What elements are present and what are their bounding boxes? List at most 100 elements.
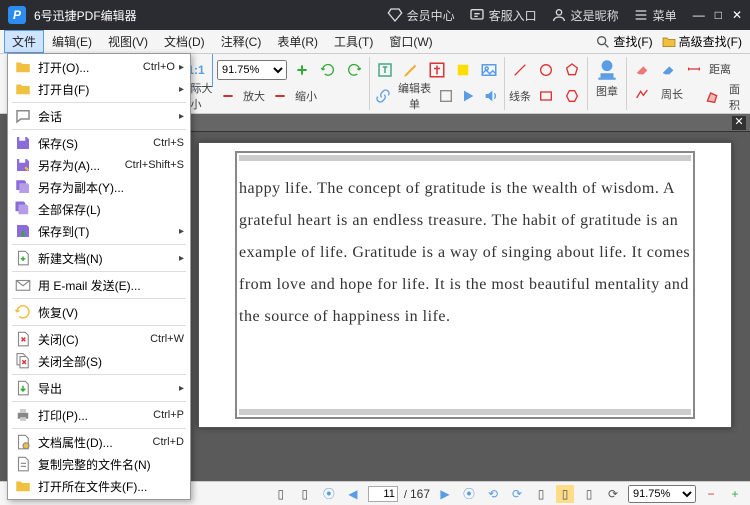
text-select-button[interactable] (374, 59, 396, 81)
menu-form[interactable]: 表单(R) (269, 30, 326, 53)
link-button[interactable] (374, 85, 392, 107)
menu-print[interactable]: 打印(P)...Ctrl+P (8, 404, 190, 426)
status-zoom-out-button[interactable]: − (702, 485, 720, 503)
status-zoom-select[interactable]: 91.75% (628, 485, 696, 503)
zoom-select[interactable]: 91.75% (217, 60, 287, 80)
cloud-button[interactable] (561, 85, 583, 107)
menu-copy-filename[interactable]: 复制完整的文件名(N) (8, 453, 190, 475)
last-page-button[interactable]: ⦿ (460, 485, 478, 503)
page-view[interactable]: happy life. The concept of gratitude is … (198, 142, 732, 428)
status-zoom-in-button[interactable]: + (726, 485, 744, 503)
play-button[interactable] (459, 85, 477, 107)
play-icon (460, 88, 476, 104)
close-doc-icon (14, 330, 32, 348)
fit-page-button[interactable]: ▯ (532, 485, 550, 503)
menu-bar: 文件 编辑(E) 视图(V) 文档(D) 注释(C) 表单(R) 工具(T) 窗… (0, 30, 750, 54)
menu-document[interactable]: 文档(D) (156, 30, 213, 53)
rotate-left-button[interactable] (317, 59, 339, 81)
menu-open-from[interactable]: 打开自(F)▸ (8, 78, 190, 100)
menu-open-folder[interactable]: 打开所在文件夹(F)... (8, 475, 190, 497)
menu-close-all[interactable]: 关闭全部(S) (8, 350, 190, 372)
save-as-icon (14, 156, 32, 174)
close-button[interactable]: ✕ (732, 8, 742, 22)
menu-annotate[interactable]: 注释(C) (213, 30, 270, 53)
document-text[interactable]: happy life. The concept of gratitude is … (239, 173, 691, 333)
nav-back-button[interactable]: ⟲ (484, 485, 502, 503)
nickname-link[interactable]: 这是昵称 (551, 7, 619, 24)
next-page-button[interactable]: ▶ (436, 485, 454, 503)
fit-width-button[interactable]: ▯ (556, 485, 574, 503)
path-icon (634, 86, 650, 102)
menu-tools[interactable]: 工具(T) (326, 30, 381, 53)
prev-page-button[interactable]: ◀ (344, 485, 362, 503)
menu-save-to[interactable]: 保存到(T)▸ (8, 220, 190, 242)
highlight-button[interactable] (426, 59, 448, 81)
first-page-button[interactable]: ⦿ (320, 485, 338, 503)
layout-cont-button[interactable]: ▯ (296, 485, 314, 503)
zoom-in-button[interactable] (291, 59, 313, 81)
distance-button[interactable] (683, 58, 705, 80)
fit-visible-button[interactable]: ▯ (580, 485, 598, 503)
layout-single-button[interactable]: ▯ (272, 485, 290, 503)
menu-save-as[interactable]: 另存为(A)...Ctrl+Shift+S (8, 154, 190, 176)
menu-session[interactable]: 会话▸ (8, 105, 190, 127)
circle-icon (538, 62, 554, 78)
toolbar-measure-section: 距离 周长 面积 (627, 57, 746, 110)
menu-save[interactable]: 保存(S)Ctrl+S (8, 132, 190, 154)
page-input[interactable] (368, 486, 398, 502)
menu-view[interactable]: 视图(V) (100, 30, 156, 53)
close-tab-button[interactable]: ✕ (732, 116, 746, 130)
menu-close[interactable]: 关闭(C)Ctrl+W (8, 328, 190, 350)
rect-button[interactable] (535, 85, 557, 107)
support-link[interactable]: 客服入口 (469, 7, 537, 24)
menu-new-doc[interactable]: 新建文档(N)▸ (8, 247, 190, 269)
menu-window[interactable]: 窗口(W) (381, 30, 440, 53)
hamburger-icon (633, 7, 649, 23)
line-button[interactable] (509, 59, 531, 81)
toolbar-zoom-section: 1:1 91.75% 实际大小 放大 缩小 (175, 57, 370, 110)
menu-edit[interactable]: 编辑(E) (44, 30, 100, 53)
pencil-button[interactable] (400, 59, 422, 81)
menu-restore[interactable]: 恢复(V) (8, 301, 190, 323)
stamp-button[interactable] (592, 55, 622, 85)
highlight-yellow-button[interactable] (452, 59, 474, 81)
new-doc-icon (14, 249, 32, 267)
folder-location-icon (14, 477, 32, 495)
nav-fwd-button[interactable]: ⟳ (508, 485, 526, 503)
attach-button[interactable] (437, 85, 455, 107)
speaker-icon (483, 88, 499, 104)
minimize-button[interactable]: — (693, 8, 705, 22)
edit-form-label: 编辑表单 (396, 80, 432, 112)
member-center-link[interactable]: 会员中心 (387, 7, 455, 24)
eraser-blue-button[interactable] (657, 58, 679, 80)
restore-icon (14, 303, 32, 321)
maximize-button[interactable]: □ (715, 8, 722, 22)
menu-save-all[interactable]: 全部保存(L) (8, 198, 190, 220)
menu-doc-props[interactable]: 文档属性(D)...Ctrl+D (8, 431, 190, 453)
zoom-out-button-2[interactable] (269, 85, 291, 107)
rotate-button[interactable]: ⟳ (604, 485, 622, 503)
polygon-button[interactable] (561, 59, 583, 81)
plus-icon (294, 62, 310, 78)
menu-save-copy[interactable]: 另存为副本(Y)... (8, 176, 190, 198)
menu-export[interactable]: 导出▸ (8, 377, 190, 399)
rect-icon (538, 88, 554, 104)
area-button[interactable] (703, 86, 721, 108)
advanced-find-button[interactable]: 高级查找(F) (661, 33, 742, 50)
image-button[interactable] (478, 59, 500, 81)
find-button[interactable]: 查找(F) (595, 33, 652, 50)
menu-link[interactable]: 菜单 (633, 7, 677, 24)
circle-button[interactable] (535, 59, 557, 81)
minus-icon (272, 88, 288, 104)
menu-open[interactable]: 打开(O)...Ctrl+O▸ (8, 56, 190, 78)
menu-email[interactable]: 用 E-mail 发送(E)... (8, 274, 190, 296)
area-icon (704, 89, 720, 105)
menu-file[interactable]: 文件 (4, 30, 44, 53)
eraser-icon (634, 61, 650, 77)
rotate-left-icon (320, 62, 336, 78)
sound-button[interactable] (482, 85, 500, 107)
eraser-pink-button[interactable] (631, 58, 653, 80)
perimeter-button[interactable] (631, 83, 653, 105)
rotate-right-button[interactable] (343, 59, 365, 81)
zoom-out-button[interactable] (217, 85, 239, 107)
